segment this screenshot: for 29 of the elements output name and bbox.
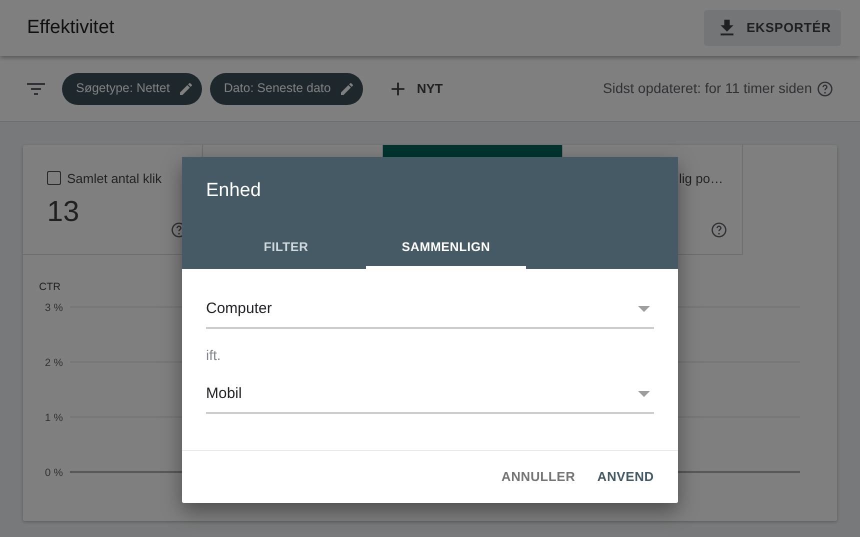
help-icon[interactable] [710, 220, 728, 239]
comparison-text: ift. [206, 346, 222, 365]
dropdown-icon[interactable] [638, 306, 650, 312]
apply-button[interactable]: ANVEND [589, 461, 662, 493]
tab[interactable]: SAMMENLIGN [366, 225, 526, 269]
metric-label[interactable]: Samlet antal klik [47, 169, 202, 188]
select-field[interactable]: Mobil [206, 380, 654, 414]
dialog-title: Enhed [206, 179, 262, 203]
axis-label: 2 % [44, 357, 63, 369]
pencil-icon [178, 80, 194, 96]
dropdown-icon[interactable] [638, 391, 650, 397]
help-icon[interactable] [816, 80, 834, 98]
axis-label: 3 % [44, 302, 63, 314]
tab[interactable]: FILTER [206, 225, 366, 269]
new-filter-button[interactable]: NYT [378, 78, 451, 100]
filter-chip[interactable]: Dato: Seneste dato [210, 72, 363, 104]
select-field[interactable]: Computer [206, 295, 654, 329]
filter-chip[interactable]: Søgetype: Nettet [62, 72, 202, 104]
cancel-button[interactable]: ANNULLER [493, 461, 584, 493]
metric-label: lig po… [679, 170, 724, 188]
axis-label: 0 % [44, 467, 63, 479]
checkbox[interactable] [47, 171, 61, 185]
axis-title: CTR [39, 281, 61, 293]
page-title: Effektivitet [27, 16, 114, 40]
export-button[interactable]: EKSPORTÉR [704, 10, 841, 46]
last-updated-text: Sidst opdateret: for 11 timer siden [602, 79, 812, 98]
axis-label: 1 % [44, 412, 63, 424]
metric-value: 13 [47, 194, 80, 230]
pencil-icon [338, 80, 355, 96]
